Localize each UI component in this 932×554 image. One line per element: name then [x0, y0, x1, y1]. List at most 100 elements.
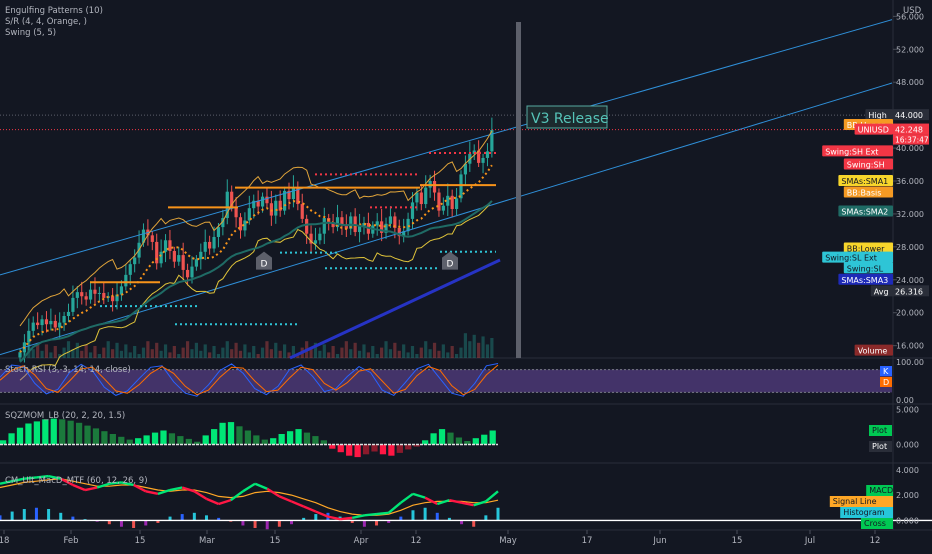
- sqz-histogram-bar[interactable]: [33, 421, 41, 445]
- sqz-histogram-bar[interactable]: [270, 438, 277, 445]
- candle-body[interactable]: [291, 187, 296, 200]
- sqz-tag[interactable]: Plot: [869, 425, 892, 436]
- macd-histogram-bar[interactable]: [132, 520, 136, 528]
- sqz-histogram-bar[interactable]: [50, 418, 57, 445]
- indicator-legend-engulfing[interactable]: Engulfing Patterns (10): [5, 6, 103, 16]
- sqzmom-title[interactable]: SQZMOM_LB (20, 2, 20, 1.5): [5, 411, 125, 421]
- sqz-histogram-bar[interactable]: [312, 436, 319, 445]
- candle-body[interactable]: [44, 319, 49, 325]
- sqz-histogram-bar[interactable]: [211, 429, 218, 445]
- macd-histogram-bar[interactable]: [314, 514, 318, 521]
- candle-body[interactable]: [66, 311, 71, 317]
- candle-body[interactable]: [269, 203, 273, 216]
- macd-histogram-bar[interactable]: [435, 512, 439, 521]
- sqz-histogram-bar[interactable]: [101, 431, 108, 445]
- macd-histogram-bar[interactable]: [0, 515, 2, 521]
- axis-tag-smasma1[interactable]: SMAs:SMA1: [838, 175, 893, 186]
- macd-histogram-bar[interactable]: [375, 520, 379, 526]
- sqz-histogram-bar[interactable]: [447, 432, 454, 445]
- macd-line-segment[interactable]: [364, 512, 377, 517]
- candle-body[interactable]: [128, 264, 132, 275]
- sqz-histogram-bar[interactable]: [405, 444, 412, 450]
- sqz-histogram-bar[interactable]: [346, 444, 353, 456]
- candle-body[interactable]: [274, 200, 278, 216]
- candle-body[interactable]: [357, 226, 362, 233]
- stoch-rsi-title[interactable]: Stoch RSI (3, 3, 14, 14, close): [5, 365, 131, 375]
- candle-body[interactable]: [62, 316, 66, 323]
- macd-histogram-bar[interactable]: [10, 511, 14, 521]
- sqz-histogram-bar[interactable]: [67, 420, 74, 445]
- candle-body[interactable]: [318, 233, 322, 241]
- sqz-histogram-bar[interactable]: [143, 435, 150, 445]
- candle-body[interactable]: [75, 292, 79, 298]
- indicator-legend-sr[interactable]: S/R (4, 4, Orange, ): [5, 17, 87, 27]
- sqz-histogram-bar[interactable]: [244, 430, 252, 445]
- sqz-histogram-bar[interactable]: [278, 434, 285, 445]
- chart-stage[interactable]: DD 56.00052.00048.00044.00040.00036.0003…: [0, 0, 932, 550]
- sqz-histogram-bar[interactable]: [489, 430, 496, 445]
- candle-body[interactable]: [97, 292, 101, 294]
- candle-body[interactable]: [432, 181, 437, 193]
- candle-body[interactable]: [265, 196, 269, 204]
- stoch-tag-K[interactable]: K: [880, 366, 892, 376]
- sqz-histogram-bar[interactable]: [84, 425, 91, 445]
- sqz-histogram-bar[interactable]: [25, 423, 32, 445]
- sqz-histogram-bar[interactable]: [151, 432, 159, 445]
- macd-histogram-bar[interactable]: [204, 515, 208, 521]
- candle-body[interactable]: [36, 322, 40, 326]
- sqz-histogram-bar[interactable]: [388, 444, 395, 456]
- axis-tag-swingslext[interactable]: Swing:SL Ext: [822, 251, 893, 263]
- macd-histogram-bar[interactable]: [180, 514, 184, 521]
- macd-tag[interactable]: Cross: [861, 518, 893, 529]
- sqz-histogram-bar[interactable]: [75, 422, 83, 445]
- sqz-histogram-bar[interactable]: [185, 438, 192, 445]
- candle-body[interactable]: [437, 192, 441, 211]
- sqz-histogram-bar[interactable]: [16, 427, 24, 445]
- candle-body[interactable]: [199, 251, 203, 260]
- candle-body[interactable]: [260, 196, 265, 207]
- indicator-legend-swing[interactable]: Swing (5, 5): [5, 28, 56, 38]
- sqz-histogram-bar[interactable]: [8, 433, 15, 445]
- sqz-histogram-bar[interactable]: [42, 419, 49, 445]
- candle-body[interactable]: [172, 250, 176, 262]
- axis-tag-high[interactable]: High 44.000: [865, 109, 929, 121]
- sqz-histogram-bar[interactable]: [438, 429, 446, 445]
- candle-body[interactable]: [190, 266, 194, 278]
- candle-body[interactable]: [93, 289, 97, 294]
- candle-body[interactable]: [150, 235, 154, 242]
- candle-body[interactable]: [84, 296, 88, 300]
- macd-histogram-bar[interactable]: [34, 507, 38, 521]
- candle-body[interactable]: [203, 241, 207, 252]
- candle-body[interactable]: [124, 274, 128, 287]
- macd-histogram-bar[interactable]: [241, 520, 245, 526]
- sqz-histogram-bar[interactable]: [109, 434, 116, 445]
- sqz-histogram-bar[interactable]: [59, 419, 66, 445]
- macd-histogram-bar[interactable]: [472, 520, 476, 527]
- candle-body[interactable]: [80, 292, 84, 297]
- candle-body[interactable]: [415, 192, 419, 203]
- candle-body[interactable]: [216, 227, 221, 237]
- macd-tag[interactable]: MACD: [866, 485, 893, 496]
- stoch-tag-D[interactable]: D: [880, 377, 892, 387]
- macd-histogram-bar[interactable]: [496, 507, 500, 521]
- sqz-histogram-bar[interactable]: [337, 444, 344, 453]
- macd-histogram-bar[interactable]: [59, 512, 63, 521]
- candle-body[interactable]: [181, 255, 185, 270]
- axis-tag-smasma3[interactable]: SMAs:SMA3: [838, 273, 893, 285]
- sqz-histogram-bar[interactable]: [168, 433, 176, 445]
- candle-body[interactable]: [208, 241, 212, 249]
- candle-body[interactable]: [410, 202, 415, 219]
- macd-histogram-bar[interactable]: [144, 520, 148, 526]
- v3-release-marker[interactable]: [516, 22, 521, 358]
- candle-body[interactable]: [163, 240, 168, 252]
- macd-tag[interactable]: Signal Line: [829, 496, 893, 507]
- axis-tag-bbbasis[interactable]: BB:Basis: [843, 186, 893, 198]
- chart-canvas[interactable]: DD 56.00052.00048.00044.00040.00036.0003…: [0, 0, 932, 550]
- candle-body[interactable]: [313, 240, 318, 244]
- candle-body[interactable]: [485, 151, 490, 158]
- candle-body[interactable]: [424, 187, 428, 205]
- macd-histogram-bar[interactable]: [423, 507, 427, 521]
- candle-body[interactable]: [102, 292, 106, 298]
- sqz-histogram-bar[interactable]: [295, 429, 302, 445]
- macd-histogram-bar[interactable]: [119, 520, 123, 527]
